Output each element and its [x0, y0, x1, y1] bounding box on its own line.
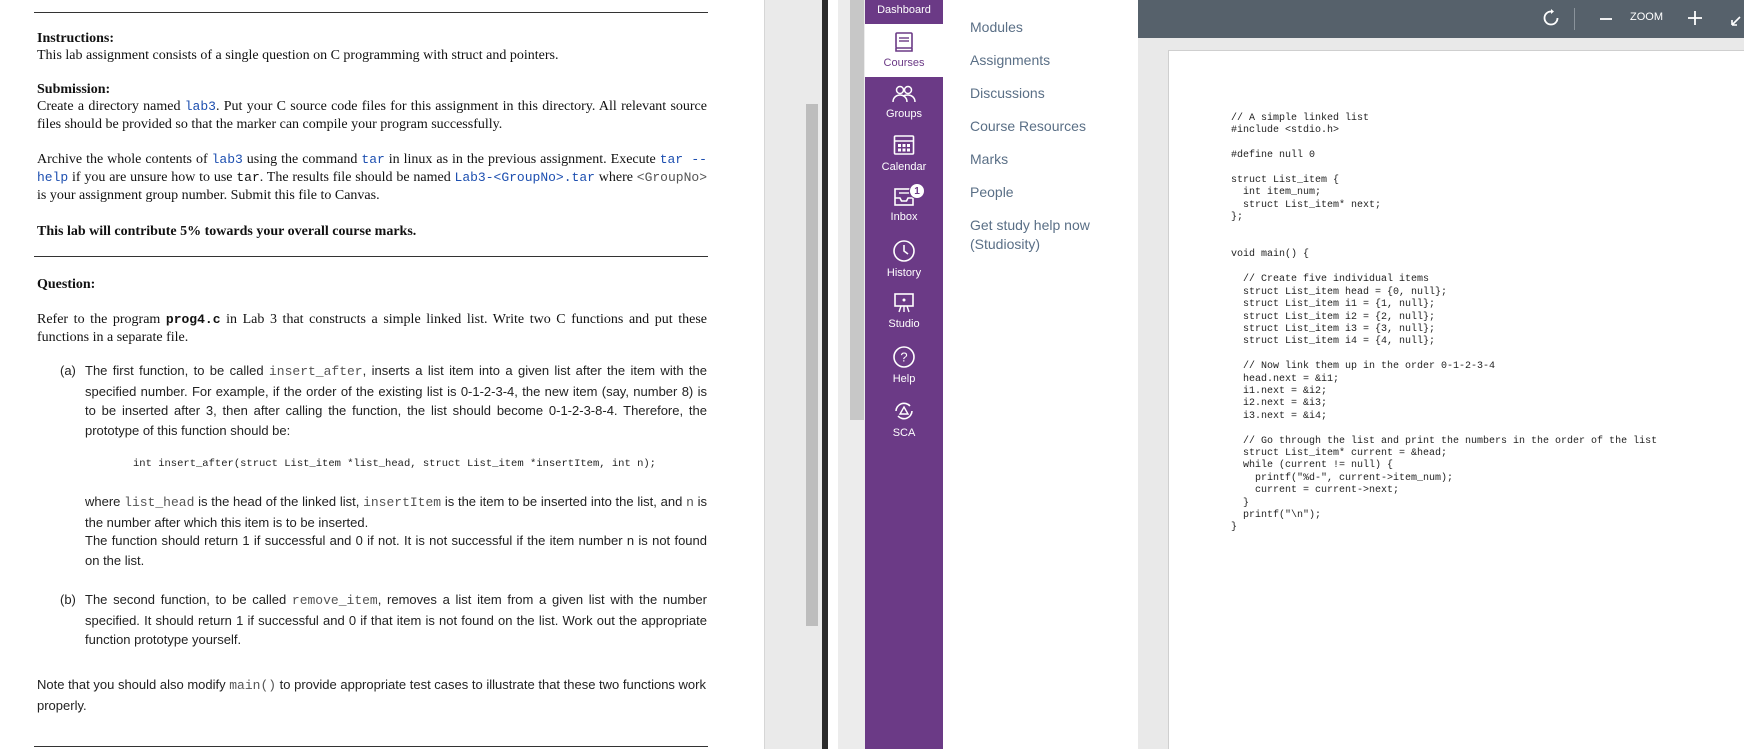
code-remove-item: remove_item: [291, 593, 378, 608]
zoom-in-icon[interactable]: [1686, 9, 1704, 27]
help-icon: ?: [893, 346, 915, 368]
part-a-label: (a): [60, 363, 76, 378]
menu-item-label: (Studiosity): [970, 236, 1041, 252]
part-b-paragraph: The second function, to be called remove…: [85, 590, 707, 650]
sca-icon: [895, 402, 913, 420]
part-a-paragraph-1: The first function, to be called insert_…: [85, 361, 707, 440]
rotate-icon[interactable]: [1542, 9, 1560, 27]
text: Refer to the program: [37, 312, 166, 327]
nav-studio[interactable]: Studio: [865, 292, 943, 334]
calendar-icon: [893, 135, 915, 155]
book-icon: [895, 32, 913, 52]
contribution-note: This lab will contribute 5% towards your…: [37, 224, 417, 239]
nav-dashboard[interactable]: Dashboard: [865, 4, 943, 24]
fullscreen-icon[interactable]: [1730, 11, 1744, 27]
code-prog4: prog4.c: [165, 312, 221, 327]
nav-label: Studio: [888, 318, 920, 330]
part-a-paragraph-3: The function should return 1 if successf…: [85, 533, 707, 568]
nav-label: Inbox: [890, 211, 918, 223]
text: The first function, to be called: [85, 363, 269, 378]
part-a-paragraph-2: where list_head is the head of the linke…: [85, 492, 707, 532]
code-lab3: lab3: [211, 152, 243, 167]
text: using the command: [242, 152, 362, 167]
code-tar: tar: [361, 152, 385, 167]
menu-item-study-help[interactable]: Get study help now (Studiosity): [970, 216, 1090, 254]
question-heading: Question:: [37, 277, 96, 292]
text: is the head of the linked list,: [194, 494, 364, 509]
code-filename: Lab3-<GroupNo>.tar: [454, 170, 595, 185]
studio-icon: [894, 293, 914, 313]
nav-label: Courses: [883, 57, 925, 69]
nav-label: Groups: [885, 108, 923, 120]
instructions-heading: Instructions:: [37, 31, 115, 46]
nav-inbox[interactable]: 1 Inbox: [865, 183, 943, 227]
code-main: main(): [229, 678, 277, 693]
viewer-toolbar: ZOOM: [1138, 0, 1744, 38]
assignment-document: Instructions: This lab assignment consis…: [0, 0, 764, 749]
code-groupno: <GroupNo>: [636, 170, 707, 185]
source-code: // A simple linked list #include <stdio.…: [1231, 113, 1658, 534]
code-tar: tar: [236, 170, 260, 185]
text: is your assignment group number. Submit …: [37, 188, 380, 203]
part-b-label: (b): [60, 592, 76, 607]
nav-history[interactable]: History: [865, 239, 943, 281]
submission-paragraph-2: Archive the whole contents of lab3 using…: [37, 151, 707, 205]
submission-heading: Submission:: [37, 82, 111, 97]
nav-calendar[interactable]: Calendar: [865, 133, 943, 175]
submission-paragraph-1: Create a directory named lab3. Put your …: [37, 98, 707, 134]
text: Note that you should also modify: [37, 677, 230, 692]
text: if you are unsure how to use: [68, 170, 237, 185]
text: where: [85, 494, 125, 509]
code-lab3: lab3: [184, 99, 216, 114]
code-n: n: [686, 495, 694, 510]
text: . The results file should be named: [259, 170, 455, 185]
nav-label: History: [886, 267, 922, 279]
divider: [34, 746, 708, 747]
menu-item-marks[interactable]: Marks: [970, 150, 1008, 169]
divider: [34, 12, 708, 13]
pane-divider: [822, 0, 828, 749]
menu-item-people[interactable]: People: [970, 183, 1014, 202]
text: The second function, to be called: [85, 592, 292, 607]
svg-text:?: ?: [900, 350, 907, 365]
code-insert-item: insertItem: [363, 495, 442, 510]
nav-label: SCA: [892, 427, 916, 439]
global-nav: Dashboard Courses Groups Calendar 1 Inbo…: [865, 0, 943, 749]
file-viewer: ZOOM // A simple linked list #include <s…: [1138, 0, 1744, 749]
menu-item-modules[interactable]: Modules: [970, 18, 1023, 37]
course-menu: Modules Assignments Discussions Course R…: [943, 0, 1138, 749]
file-page: // A simple linked list #include <stdio.…: [1168, 50, 1744, 749]
code-list-head: list_head: [124, 495, 195, 510]
nav-groups[interactable]: Groups: [865, 84, 943, 126]
nav-courses[interactable]: Courses: [865, 24, 943, 77]
nav-label: Help: [892, 373, 916, 385]
menu-item-assignments[interactable]: Assignments: [970, 51, 1050, 70]
note-paragraph: Note that you should also modify main() …: [37, 675, 707, 715]
zoom-out-icon[interactable]: [1598, 11, 1614, 27]
groups-icon: [892, 85, 916, 103]
text: is the item to be inserted into the list…: [441, 494, 687, 509]
clock-icon: [893, 240, 915, 262]
pane-scrollbar-thumb[interactable]: [850, 0, 864, 420]
question-intro: Refer to the program prog4.c in Lab 3 th…: [37, 311, 707, 347]
menu-item-course-resources[interactable]: Course Resources: [970, 117, 1086, 136]
nav-label: Calendar: [881, 161, 927, 173]
text: Archive the whole contents of: [37, 152, 212, 167]
nav-label: Dashboard: [877, 4, 931, 16]
toolbar-divider: [1574, 8, 1575, 30]
insert-after-prototype: int insert_after(struct List_item *list_…: [133, 458, 656, 470]
code-insert-after: insert_after: [268, 364, 363, 379]
document-scrollbar-thumb[interactable]: [806, 104, 818, 626]
nav-help[interactable]: ? Help: [865, 345, 943, 387]
text: where: [594, 170, 637, 185]
text: Create a directory named: [37, 99, 185, 114]
menu-item-label: Get study help now: [970, 217, 1090, 233]
nav-sca[interactable]: SCA: [865, 399, 943, 441]
text: in linux as in the previous assignment. …: [384, 152, 660, 167]
divider: [34, 256, 708, 257]
menu-item-discussions[interactable]: Discussions: [970, 84, 1045, 103]
inbox-unread-badge: 1: [909, 183, 925, 199]
instructions-text: This lab assignment consists of a single…: [37, 48, 559, 63]
zoom-label: ZOOM: [1630, 11, 1663, 23]
